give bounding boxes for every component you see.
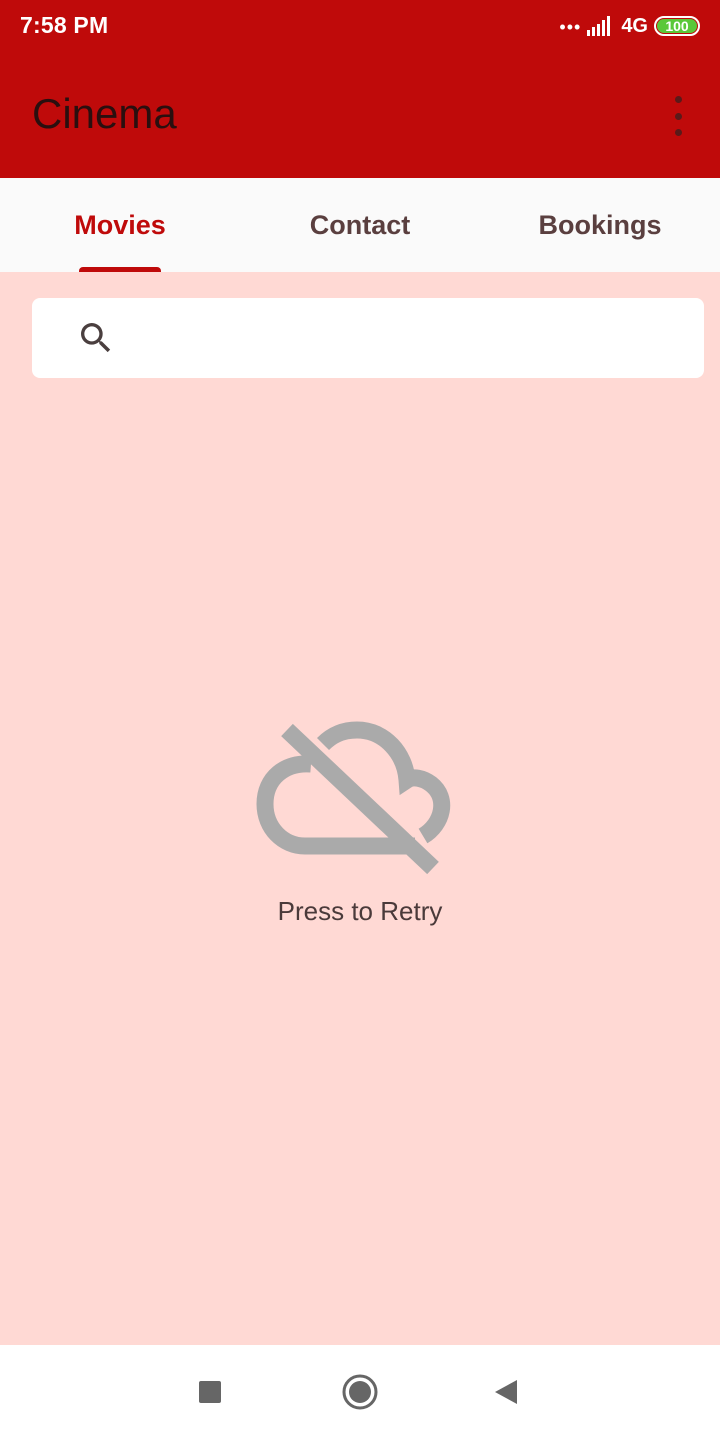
status-time: 7:58 PM [20, 12, 109, 38]
search-input[interactable] [136, 308, 688, 368]
navigation-bar [0, 1345, 720, 1440]
tab-label: Bookings [538, 209, 662, 240]
tab-bookings[interactable]: Bookings [480, 178, 720, 272]
app-title: Cinema [32, 90, 177, 137]
more-notifications-icon: ••• [559, 16, 582, 37]
recents-square-icon[interactable] [185, 1367, 235, 1417]
status-bar: 7:58 PM ••• 4G 100 [0, 0, 720, 52]
app-bar: Cinema [0, 52, 720, 178]
retry-label: Press to Retry [277, 896, 443, 926]
search-bar[interactable] [32, 298, 704, 378]
retry-button[interactable]: Press to Retry [0, 718, 720, 938]
cloud-off-icon [256, 721, 451, 875]
signal-icon [587, 16, 615, 36]
search-icon [81, 323, 111, 353]
status-icons: ••• 4G 100 [559, 12, 700, 40]
tab-indicator [79, 267, 161, 272]
tab-contact[interactable]: Contact [240, 178, 480, 272]
battery-level: 100 [665, 18, 689, 34]
tab-movies[interactable]: Movies [0, 178, 240, 272]
network-type: 4G [621, 14, 648, 37]
back-triangle-icon[interactable] [481, 1367, 531, 1417]
tab-label: Contact [309, 209, 411, 240]
battery-icon: 100 [654, 16, 700, 36]
tab-label: Movies [74, 209, 166, 240]
home-circle-icon[interactable] [335, 1367, 385, 1417]
more-vert-icon[interactable] [666, 96, 690, 136]
tab-bar: Movies Contact Bookings [0, 178, 720, 272]
